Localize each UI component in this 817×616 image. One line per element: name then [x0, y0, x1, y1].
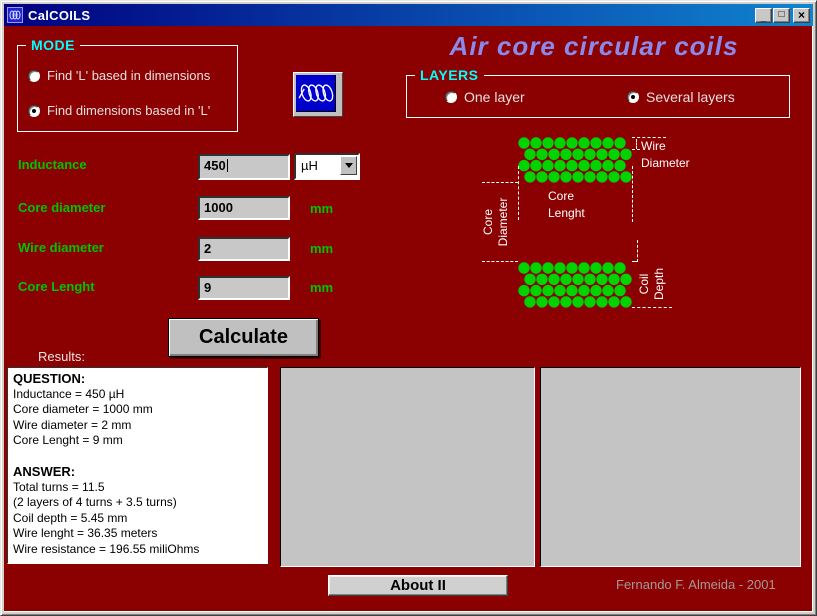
- results-line: ANSWER:: [13, 464, 76, 479]
- results-line: Total turns = 11.5: [13, 479, 105, 494]
- results-line: [13, 449, 262, 465]
- coil-depth-annotation: Coil Depth: [637, 267, 666, 301]
- core-lenght-input[interactable]: 9: [198, 276, 290, 300]
- core-diameter-annotation: Core Diameter: [481, 197, 510, 247]
- results-line: Wire diameter = 2 mm: [13, 417, 132, 432]
- mode-caption: MODE: [26, 37, 80, 53]
- layers-caption: LAYERS: [415, 67, 484, 83]
- calculate-button[interactable]: Calculate: [168, 318, 319, 357]
- inductance-label: Inductance: [18, 157, 87, 172]
- window-title: CalCOILS: [28, 7, 91, 23]
- inductance-input[interactable]: 450: [198, 154, 290, 180]
- radio-circle[interactable]: [445, 91, 457, 103]
- radio-label: Find 'L' based in dimensions: [47, 68, 211, 83]
- results-line: Coil depth = 5.45 mm: [13, 510, 128, 525]
- radio-circle[interactable]: [28, 69, 40, 82]
- minimize-button[interactable]: _: [755, 7, 772, 23]
- core-lenght-label: Core Lenght: [18, 279, 95, 294]
- radio-one-layer[interactable]: One layer: [445, 89, 525, 105]
- results-text: QUESTION: Inductance = 450 µH Core diamete…: [7, 367, 268, 564]
- author-credit: Fernando F. Almeida - 2001: [616, 577, 776, 592]
- wire-diameter-unit: mm: [310, 241, 334, 256]
- radio-find-l[interactable]: Find 'L' based in dimensions: [28, 68, 210, 83]
- core-lenght-annotation: Core Lenght: [548, 189, 585, 220]
- results-line: Wire lenght = 36.35 meters: [13, 526, 158, 540]
- dashed-line: [632, 149, 640, 150]
- text-caret: [226, 159, 228, 172]
- results-line: Core diameter = 1000 mm: [13, 402, 153, 416]
- core-diameter-label: Core diameter: [18, 200, 106, 215]
- about-button[interactable]: About II: [328, 575, 508, 596]
- close-button[interactable]: ×: [793, 7, 810, 23]
- graph-panel-2: [540, 367, 801, 567]
- maximize-button[interactable]: □: [773, 7, 790, 23]
- wire-diameter-input[interactable]: 2: [198, 237, 290, 261]
- results-line: Core Lenght = 9 mm: [13, 433, 123, 447]
- dashed-line: [632, 166, 633, 222]
- results-line: Wire resistance = 196.55 miliOhms: [13, 541, 200, 556]
- radio-circle[interactable]: [627, 91, 639, 103]
- radio-find-dimensions[interactable]: Find dimensions based in 'L': [28, 103, 210, 118]
- app-icon: [7, 7, 23, 23]
- wire-diameter-label: Wire diameter: [18, 240, 104, 255]
- core-diameter-unit: mm: [310, 201, 334, 216]
- radio-circle[interactable]: [28, 104, 40, 117]
- results-line: Inductance = 450 µH: [13, 386, 125, 401]
- coil-cross-section-top: [518, 137, 632, 183]
- radio-several-layers[interactable]: Several layers: [627, 89, 735, 105]
- dashed-line: [518, 166, 519, 220]
- coil-diagram: Wire Diameter Core Lenght Core Diameter …: [444, 126, 789, 346]
- dashed-line: [636, 139, 637, 149]
- radio-label: Several layers: [646, 89, 735, 105]
- page-title: Air core circular coils: [449, 31, 739, 61]
- mode-groupbox: MODE Find 'L' based in dimensions Find d…: [17, 37, 238, 132]
- layers-groupbox: LAYERS One layer Several layers: [406, 67, 790, 118]
- client-area: MODE Find 'L' based in dimensions Find d…: [4, 26, 813, 612]
- coil-icon: [293, 72, 343, 117]
- dropdown-button[interactable]: [340, 156, 357, 175]
- chevron-down-icon: [344, 163, 353, 172]
- results-line: (2 layers of 4 turns + 3.5 turns): [13, 495, 177, 509]
- core-diameter-input[interactable]: 1000: [198, 196, 290, 220]
- graph-panel-1: [280, 367, 535, 567]
- inductance-unit-dropdown[interactable]: µH: [294, 153, 360, 180]
- core-lenght-unit: mm: [310, 280, 334, 295]
- radio-label: Find dimensions based in 'L': [47, 103, 211, 118]
- coil-cross-section-bottom: [518, 262, 632, 308]
- title-bar: CalCOILS _ □ ×: [4, 4, 813, 26]
- wire-diameter-annotation: Wire Diameter: [641, 139, 690, 170]
- radio-label: One layer: [464, 89, 525, 105]
- results-label: Results:: [38, 349, 85, 364]
- selected-unit: µH: [301, 158, 318, 173]
- results-line: QUESTION:: [13, 371, 86, 386]
- app-window: CalCOILS _ □ × MODE Find 'L' based in di…: [0, 0, 817, 616]
